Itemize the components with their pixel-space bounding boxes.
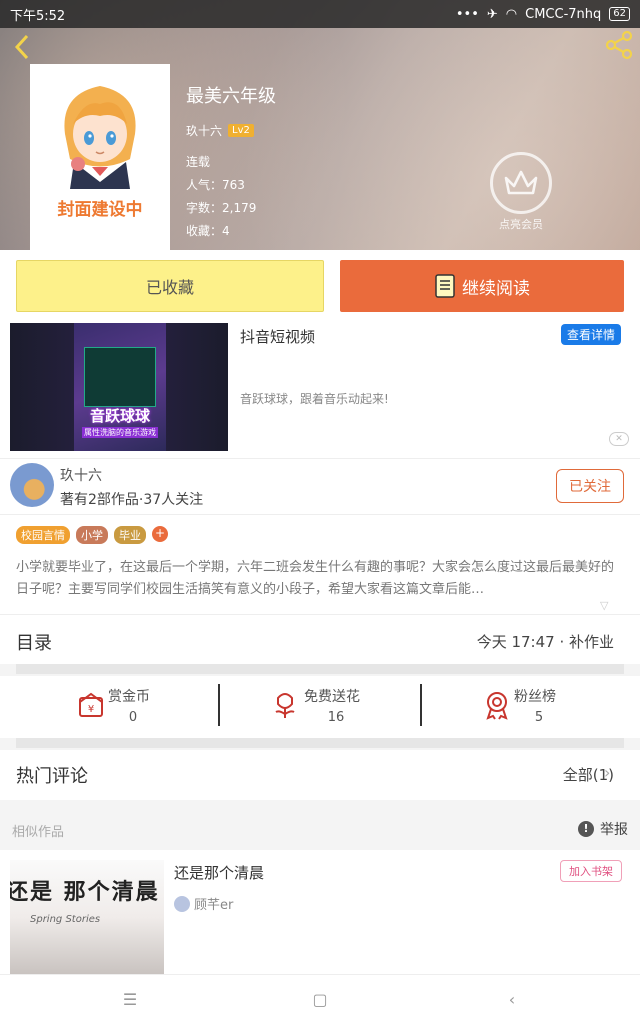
ad-detail-button[interactable]: 查看详情 bbox=[561, 324, 622, 345]
add-to-shelf-button[interactable]: 加入书架 bbox=[560, 860, 622, 882]
cover-placeholder-text: 封面建设中 bbox=[57, 200, 143, 220]
similar-book-item[interactable]: 还是 那个清晨 Spring Stories 还是那个清晨 顾芊er 加入书架 bbox=[0, 850, 640, 974]
tag-item[interactable]: 校园言情 bbox=[16, 526, 70, 544]
tags-summary-section: 校园言情 小学 毕业 + 小学就要毕业了，在这最后一个学期，六年二班会发生什么有… bbox=[0, 514, 640, 614]
similar-book-cover[interactable]: 还是 那个清晨 Spring Stories bbox=[10, 860, 164, 974]
similar-cover-subtitle: Spring Stories bbox=[30, 914, 101, 925]
book-icon bbox=[435, 274, 455, 298]
author-name: 玖十六 bbox=[60, 468, 102, 484]
book-author-line: 玖十六 Lv2 bbox=[186, 122, 276, 139]
chevron-left-icon bbox=[14, 34, 29, 60]
book-cover[interactable]: 封面建设中 bbox=[30, 64, 170, 250]
crown-icon bbox=[490, 152, 552, 214]
member-button[interactable]: 点亮会员 bbox=[490, 152, 552, 232]
member-label: 点亮会员 bbox=[499, 218, 543, 231]
report-button[interactable]: ! 举报 bbox=[578, 819, 628, 839]
share-icon bbox=[605, 30, 633, 60]
section-divider bbox=[16, 738, 624, 748]
add-tag-button[interactable]: + bbox=[152, 526, 168, 542]
hot-comments-row[interactable]: 热门评论 全部(1) › bbox=[0, 750, 640, 800]
similar-cover-title: 还是 那个清晨 bbox=[10, 880, 160, 905]
ad-image[interactable]: 音跃球球 属性洗脑的音乐游戏 bbox=[10, 323, 228, 451]
notification-dots: ••• bbox=[455, 6, 479, 22]
ad-title: 抖音短视频 bbox=[240, 328, 316, 346]
gold-coin-icon: ¥ bbox=[79, 692, 103, 717]
ad-game-logo: 音跃球球 bbox=[89, 407, 150, 425]
flower-icon bbox=[275, 693, 295, 718]
svg-text:¥: ¥ bbox=[88, 704, 94, 715]
airplane-icon: ✈ bbox=[486, 6, 498, 22]
info-icon: ! bbox=[578, 821, 594, 837]
author-row[interactable]: 玖十六 著有2部作品·37人关注 已关注 bbox=[0, 458, 640, 514]
hot-comments-title: 热门评论 bbox=[16, 766, 88, 787]
chevron-right-icon: › bbox=[604, 630, 611, 649]
back-button[interactable] bbox=[8, 32, 38, 62]
system-nav-bar: ☰ ▢ ‹ bbox=[0, 974, 640, 1024]
toc-title: 目录 bbox=[16, 633, 52, 654]
author-avatar[interactable] bbox=[10, 463, 54, 507]
wifi-icon: ◠ bbox=[505, 6, 518, 22]
continue-reading-label: 继续阅读 bbox=[462, 278, 530, 299]
book-popularity: 人气：763 bbox=[186, 178, 245, 192]
similar-author-name: 顾芊er bbox=[194, 898, 234, 913]
reward-flower[interactable]: 免费送花 16 bbox=[220, 684, 423, 730]
rewards-row: ¥ 赏金币 0 免费送花 16 粉丝榜 5 bbox=[0, 676, 640, 738]
reward-fan-rank[interactable]: 粉丝榜 5 bbox=[422, 684, 625, 730]
section-divider bbox=[16, 664, 624, 674]
status-bar: 下午5:52 ••• ✈ ◠ CMCC-7nhq 62 bbox=[0, 0, 640, 28]
status-time: 下午5:52 bbox=[10, 8, 66, 24]
home-icon[interactable]: ▢ bbox=[308, 989, 332, 1013]
battery-indicator: 62 bbox=[609, 7, 630, 21]
reward-label: 赏金币 bbox=[108, 689, 150, 705]
tag-item[interactable]: 毕业 bbox=[114, 526, 146, 544]
book-summary[interactable]: 小学就要毕业了，在这最后一个学期，六年二班会发生什么有趣的事呢？大家会怎么度过这… bbox=[16, 557, 624, 601]
similar-works-label: 相似作品 bbox=[12, 825, 65, 840]
reward-value: 5 bbox=[534, 710, 544, 725]
book-favorites: 收藏：4 bbox=[186, 224, 230, 238]
back-nav-icon[interactable]: ‹ bbox=[500, 989, 524, 1013]
chevron-right-icon: › bbox=[604, 763, 611, 782]
book-author-name[interactable]: 玖十六 bbox=[186, 122, 222, 139]
reward-gold-coin[interactable]: ¥ 赏金币 0 bbox=[16, 684, 219, 730]
toc-latest-chapter: 今天 17:47 · 补作业 bbox=[476, 633, 614, 651]
book-info: 最美六年级 玖十六 Lv2 连载 人气：763 字数：2,179 收藏：4 bbox=[186, 82, 276, 243]
medal-icon bbox=[486, 692, 508, 720]
book-status: 连载 bbox=[186, 155, 211, 169]
book-word-count: 字数：2,179 bbox=[186, 201, 257, 215]
reward-value: 0 bbox=[128, 710, 138, 725]
similar-author-avatar bbox=[174, 895, 190, 912]
ad-banner[interactable]: 音跃球球 属性洗脑的音乐游戏 抖音短视频 音跃球球，跟着音乐动起来! 查看详情 … bbox=[0, 320, 640, 458]
reward-label: 粉丝榜 bbox=[514, 689, 556, 705]
share-button[interactable] bbox=[604, 30, 634, 60]
ad-game-screen bbox=[84, 347, 156, 407]
tag-list: 校园言情 小学 毕业 + bbox=[16, 526, 168, 544]
author-stats: 著有2部作品·37人关注 bbox=[60, 492, 204, 508]
reward-value: 16 bbox=[327, 710, 345, 725]
table-of-contents-row[interactable]: 目录 今天 17:47 · 补作业 › bbox=[0, 614, 640, 664]
tag-item[interactable]: 小学 bbox=[76, 526, 108, 544]
book-header: 下午5:52 ••• ✈ ◠ CMCC-7nhq 62 封面建设中 最美六年级 … bbox=[0, 0, 640, 250]
reward-label: 免费送花 bbox=[304, 689, 360, 705]
menu-icon[interactable]: ☰ bbox=[118, 989, 142, 1013]
follow-button[interactable]: 已关注 bbox=[556, 469, 624, 503]
similar-works-header: 相似作品 ! 举报 bbox=[0, 810, 640, 850]
chevron-down-icon[interactable]: ▽ bbox=[600, 599, 608, 612]
collected-button[interactable]: 已收藏 bbox=[16, 260, 324, 312]
ad-close-icon[interactable]: ✕ bbox=[609, 432, 629, 446]
network-name: CMCC-7nhq bbox=[525, 6, 602, 22]
ad-description: 音跃球球，跟着音乐动起来! bbox=[240, 392, 389, 406]
ad-game-subtitle: 属性洗脑的音乐游戏 bbox=[82, 427, 158, 438]
action-bar: 已收藏 继续阅读 bbox=[0, 250, 640, 320]
level-badge: Lv2 bbox=[228, 124, 254, 137]
continue-reading-button[interactable]: 继续阅读 bbox=[340, 260, 624, 312]
report-label: 举报 bbox=[600, 822, 628, 838]
book-title: 最美六年级 bbox=[186, 86, 276, 107]
similar-book-title: 还是那个清晨 bbox=[174, 864, 265, 882]
anime-girl-illustration bbox=[64, 86, 136, 189]
similar-book-author: 顾芊er bbox=[174, 894, 233, 913]
